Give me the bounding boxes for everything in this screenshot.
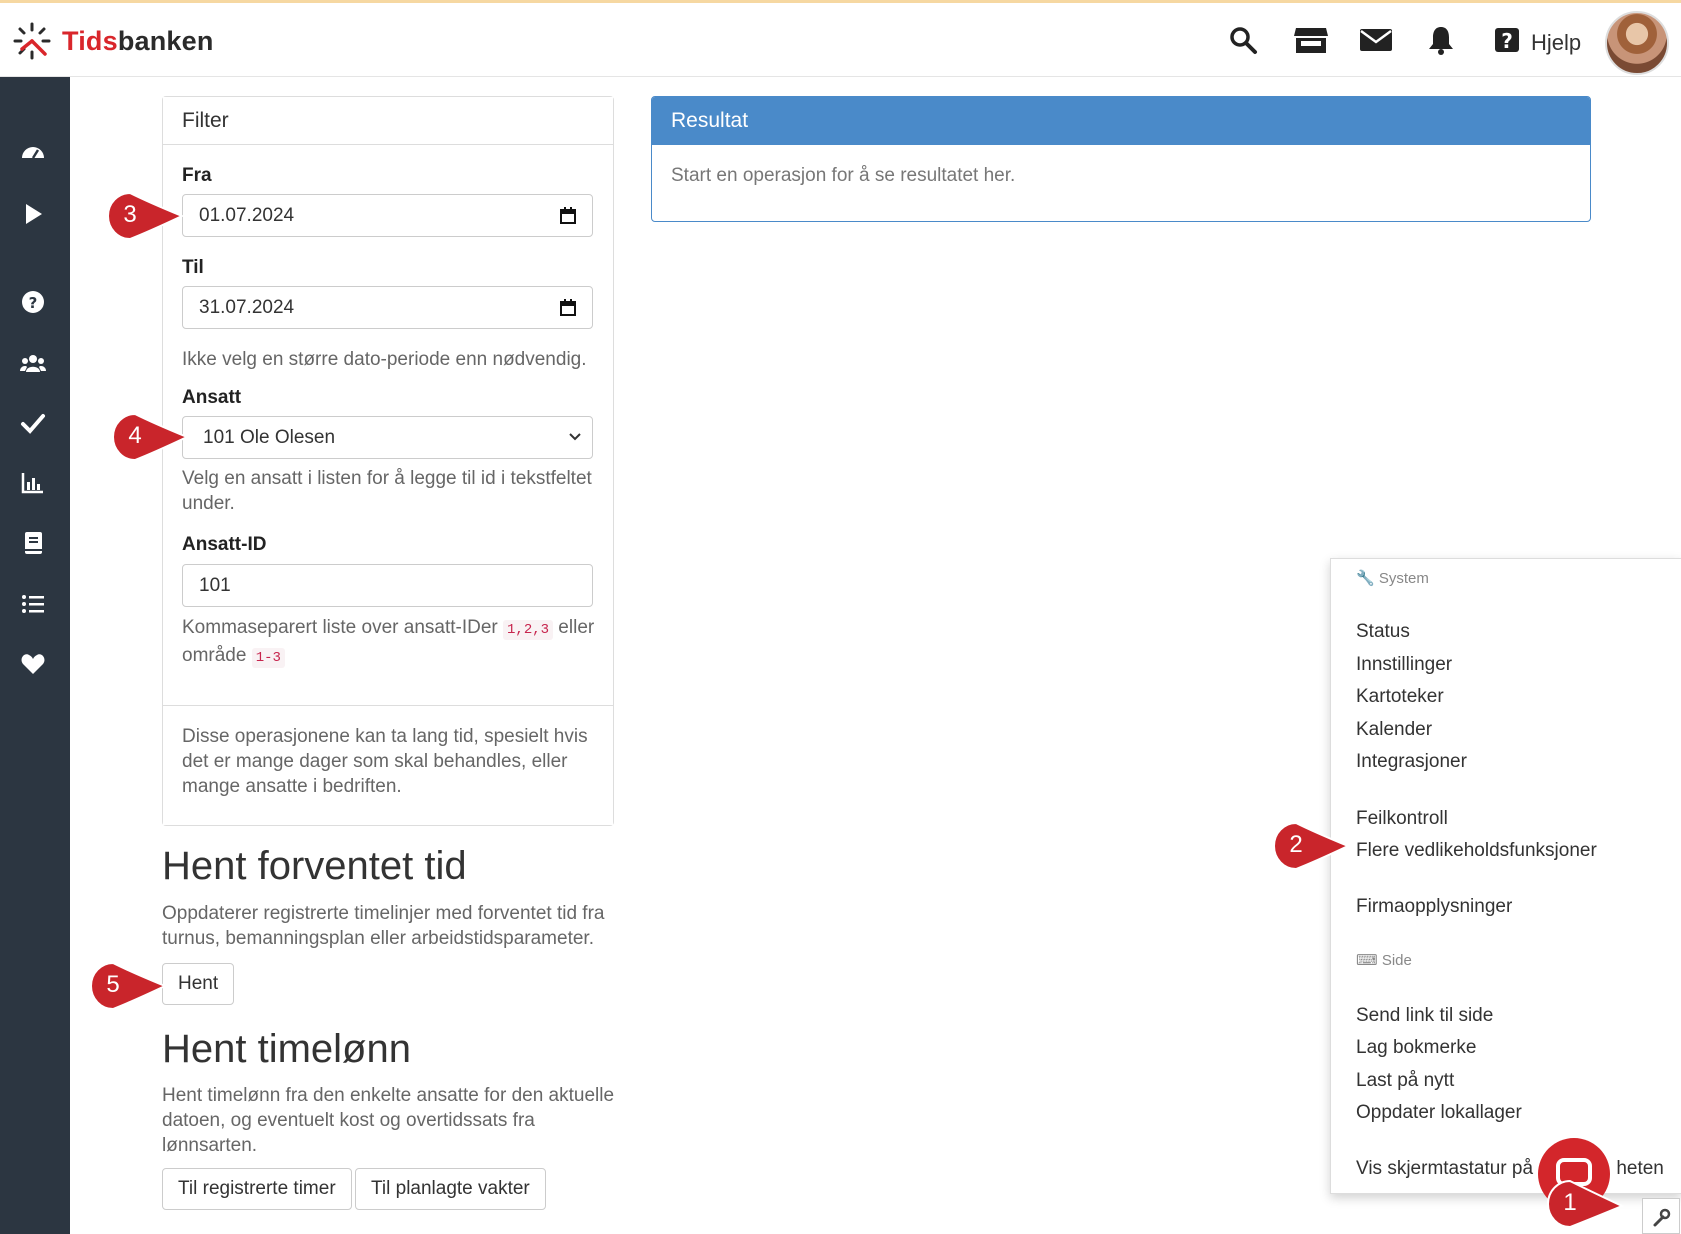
planned-shifts-button[interactable]: Til planlagte vakter bbox=[355, 1168, 546, 1210]
menu-header-page: ⌨ Side bbox=[1356, 952, 1412, 969]
to-label: Til bbox=[182, 257, 204, 278]
filter-panel: Filter Fra 01.07.2024 Til 31.07.2024 Ikk… bbox=[162, 96, 614, 826]
tools-menu: 🔧 System Status Innstillinger Kartoteker… bbox=[1330, 558, 1681, 1194]
help-link[interactable]: Hjelp bbox=[1531, 30, 1581, 56]
callout-number: 5 bbox=[106, 971, 120, 998]
svg-text:?: ? bbox=[1501, 29, 1513, 53]
callout-number: 1 bbox=[1563, 1189, 1577, 1216]
list-icon[interactable] bbox=[20, 591, 46, 617]
calendar-icon[interactable] bbox=[560, 299, 576, 316]
result-panel: Resultat Start en operasjon for å se res… bbox=[651, 96, 1591, 222]
callout-4: 4 bbox=[112, 412, 190, 463]
menu-item-settings[interactable]: Innstillinger bbox=[1356, 654, 1452, 676]
wrench-icon bbox=[1653, 1208, 1671, 1227]
keyboard-icon: ⌨ bbox=[1356, 952, 1378, 969]
chevron-down-icon bbox=[569, 433, 581, 441]
chart-icon[interactable] bbox=[20, 470, 46, 496]
menu-item-reload[interactable]: Last på nytt bbox=[1356, 1070, 1454, 1092]
employee-id-hint: Kommaseparert liste over ansatt-IDer 1,2… bbox=[182, 617, 595, 668]
section-text-expected-time: Oppdaterer registrerte timelinjer med fo… bbox=[162, 903, 605, 949]
menu-item-update-cache[interactable]: Oppdater lokallager bbox=[1356, 1102, 1522, 1124]
wrench-icon: 🔧 bbox=[1356, 570, 1375, 587]
filter-panel-title: Filter bbox=[163, 97, 613, 145]
menu-item-maintenance[interactable]: Flere vedlikeholdsfunksjoner bbox=[1356, 840, 1597, 862]
employee-label: Ansatt bbox=[182, 387, 242, 408]
dashboard-icon[interactable] bbox=[20, 139, 46, 165]
callout-2: 2 bbox=[1273, 821, 1351, 872]
employee-id-input[interactable]: 101 bbox=[182, 564, 593, 607]
heart-icon[interactable] bbox=[20, 651, 46, 677]
sidebar: ? bbox=[0, 77, 70, 1234]
mail-icon[interactable] bbox=[1359, 25, 1393, 55]
callout-1: 1 bbox=[1547, 1179, 1625, 1230]
users-icon[interactable] bbox=[20, 350, 46, 376]
menu-item-registers[interactable]: Kartoteker bbox=[1356, 686, 1444, 708]
callout-number: 4 bbox=[128, 422, 142, 449]
callout-5: 5 bbox=[90, 961, 168, 1012]
footer-text: Disse operasjonene kan ta lang tid, spes… bbox=[182, 726, 588, 797]
logo[interactable]: Tidsbanken bbox=[12, 21, 214, 61]
callout-number: 2 bbox=[1289, 831, 1303, 858]
question-icon[interactable]: ? bbox=[20, 289, 46, 315]
logo-mark-icon bbox=[13, 22, 51, 60]
svg-text:?: ? bbox=[29, 294, 38, 312]
from-label: Fra bbox=[182, 165, 212, 186]
menu-item-status[interactable]: Status bbox=[1356, 621, 1410, 643]
to-date-input[interactable]: 31.07.2024 bbox=[182, 286, 593, 329]
menu-item-keyboard[interactable]: Vis skjermtastatur på heten bbox=[1356, 1158, 1664, 1180]
result-title: Resultat bbox=[652, 97, 1590, 145]
tools-button[interactable] bbox=[1642, 1198, 1680, 1234]
menu-header-system: 🔧 System bbox=[1356, 570, 1429, 587]
avatar[interactable] bbox=[1605, 11, 1669, 75]
top-bar: Tidsbanken ? Hjelp bbox=[0, 0, 1681, 77]
menu-item-company-info[interactable]: Firmaopplysninger bbox=[1356, 896, 1512, 918]
employee-hint: Velg en ansatt i listen for å legge til … bbox=[182, 468, 592, 514]
store-icon[interactable] bbox=[1293, 25, 1329, 55]
bell-icon[interactable] bbox=[1427, 25, 1455, 55]
check-icon[interactable] bbox=[20, 410, 46, 436]
registered-hours-button[interactable]: Til registrerte timer bbox=[162, 1168, 352, 1210]
search-icon[interactable] bbox=[1228, 25, 1258, 55]
section-title-expected-time: Hent forventet tid bbox=[162, 844, 467, 888]
menu-item-error-check[interactable]: Feilkontroll bbox=[1356, 808, 1448, 830]
section-title-hourly-wage: Hent timelønn bbox=[162, 1027, 411, 1071]
book-icon[interactable] bbox=[20, 530, 46, 556]
play-icon[interactable] bbox=[20, 201, 46, 227]
calendar-icon[interactable] bbox=[560, 207, 576, 224]
menu-item-bookmark[interactable]: Lag bokmerke bbox=[1356, 1037, 1476, 1059]
from-date-input[interactable]: 01.07.2024 bbox=[182, 194, 593, 237]
period-hint: Ikke velg en større dato-periode enn nød… bbox=[182, 349, 587, 370]
section-text-hourly-wage: Hent timelønn fra den enkelte ansatte fo… bbox=[162, 1085, 615, 1156]
fetch-button[interactable]: Hent bbox=[162, 963, 235, 1005]
result-body: Start en operasjon for å se resultatet h… bbox=[671, 165, 1016, 186]
employee-id-label: Ansatt-ID bbox=[182, 534, 267, 555]
callout-3: 3 bbox=[107, 191, 185, 242]
menu-item-send-link[interactable]: Send link til side bbox=[1356, 1005, 1493, 1027]
menu-item-integrations[interactable]: Integrasjoner bbox=[1356, 751, 1467, 773]
help-icon[interactable]: ? bbox=[1494, 25, 1520, 55]
filter-panel-footer: Disse operasjonene kan ta lang tid, spes… bbox=[163, 705, 613, 825]
employee-select[interactable]: 101 Ole Olesen bbox=[182, 416, 593, 459]
menu-item-calendar[interactable]: Kalender bbox=[1356, 719, 1432, 741]
brand-name: Tidsbanken bbox=[62, 25, 214, 56]
callout-number: 3 bbox=[123, 201, 137, 228]
